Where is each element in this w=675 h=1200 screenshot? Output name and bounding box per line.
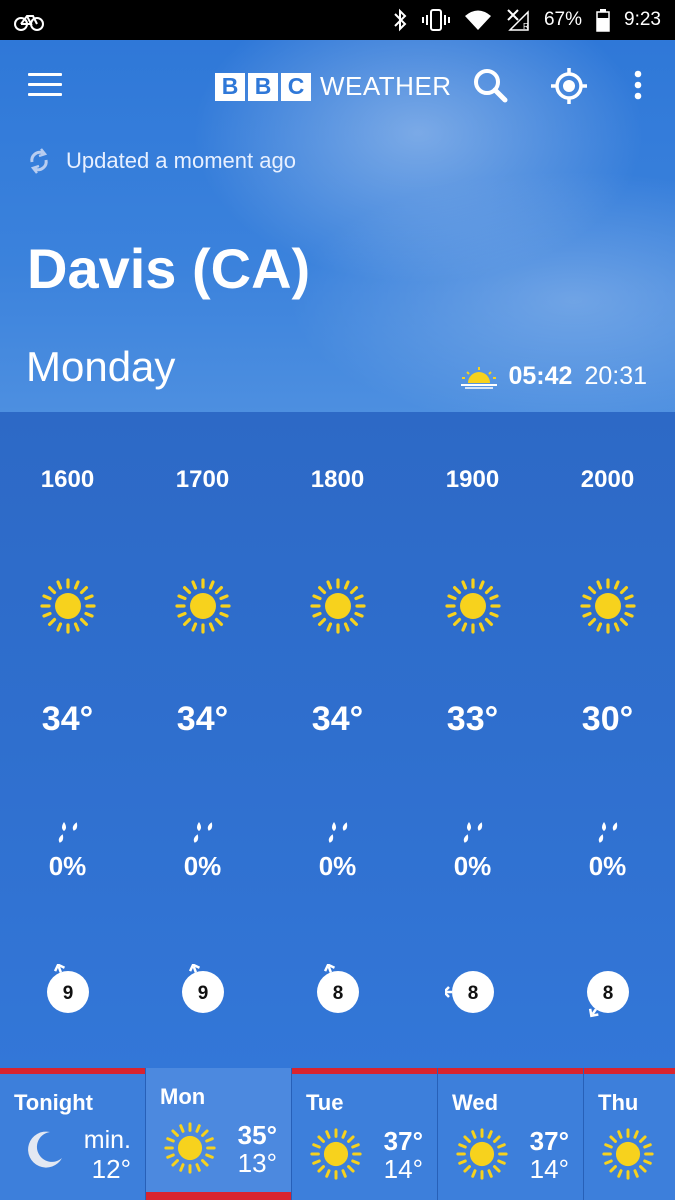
logo-word: WEATHER <box>320 71 452 101</box>
hour-temperature: 34° <box>176 700 229 738</box>
hour-temperature: 34° <box>41 700 94 738</box>
cycling-app-icon <box>14 15 44 31</box>
hour-time: 1900 <box>445 466 500 493</box>
sun-times: 05:42 20:31 <box>460 362 647 391</box>
high-temp: 35° <box>237 1120 277 1150</box>
location-title: Davis (CA) <box>27 237 311 300</box>
sun-icon <box>580 578 636 634</box>
sun-icon <box>310 1128 362 1180</box>
logo-letter: B <box>248 72 278 101</box>
bbc-weather-logo: B B C WEATHER <box>215 71 452 102</box>
wind-direction-icon: 8 <box>587 971 629 1018</box>
location-icon[interactable] <box>549 66 589 106</box>
battery-icon <box>596 9 610 32</box>
raindrops-icon <box>598 822 618 843</box>
high-temp: 37° <box>529 1126 569 1156</box>
svg-text:R: R <box>523 22 529 31</box>
battery-percent: 67% <box>543 9 583 30</box>
selected-day-title: Monday <box>26 343 176 390</box>
raindrops-icon <box>193 822 213 843</box>
sun-icon <box>602 1128 654 1180</box>
day-tab-label: Thu <box>598 1090 639 1115</box>
raindrops-icon <box>58 822 78 843</box>
sun-icon <box>456 1128 508 1180</box>
hour-column: 1600 34° 0% 9 <box>0 412 135 1070</box>
wind-direction-icon: 9 <box>182 964 224 1013</box>
day-tab-label: Mon <box>160 1084 206 1109</box>
day-tab-tonight[interactable]: Tonight min. 12° <box>0 1068 145 1200</box>
hour-column: 1700 34° 0% 9 <box>135 412 270 1070</box>
updated-text: Updated a moment ago <box>66 148 296 173</box>
refresh-icon[interactable] <box>26 148 52 174</box>
sunset-time: 20:31 <box>584 362 647 390</box>
logo-letter: C <box>281 72 311 101</box>
hour-time: 1600 <box>40 466 95 493</box>
wind-speed: 8 <box>333 983 344 1004</box>
sun-icon <box>445 578 501 634</box>
hourly-forecast[interactable]: 1600 34° 0% 9 1700 34° 0% 9 1800 34° 0% 8 1900 33° 0% 8… <box>0 412 675 1070</box>
moon-icon <box>28 1131 62 1168</box>
clock: 9:23 <box>624 9 661 30</box>
day-tab-tue[interactable]: Tue 37° 14° <box>292 1068 437 1200</box>
sunrise-icon <box>461 366 498 389</box>
sun-icon <box>175 578 231 634</box>
search-icon[interactable] <box>470 66 510 106</box>
daily-forecast: Tonight min. 12° Mon 35° 13° Tue 37° 14°… <box>0 1068 675 1200</box>
rain-chance: 0% <box>183 851 222 881</box>
day-tab-label: Tue <box>306 1090 344 1115</box>
rain-chance: 0% <box>48 851 87 881</box>
day-tab-label: Tonight <box>14 1090 93 1115</box>
hour-column: 1800 34° 0% 8 <box>270 412 405 1070</box>
sun-icon <box>40 578 96 634</box>
hour-time: 1700 <box>175 466 230 493</box>
status-bar: R 67% 9:23 <box>0 0 675 40</box>
menu-button[interactable] <box>28 73 62 99</box>
wind-direction-icon: 9 <box>47 964 89 1013</box>
low-temp: 14° <box>529 1154 569 1184</box>
wind-speed: 8 <box>603 983 614 1004</box>
low-temp: 13° <box>237 1148 277 1178</box>
rain-chance: 0% <box>453 851 492 881</box>
hour-temperature: 34° <box>311 700 364 738</box>
hour-column: 2000 30° 0% 8 <box>540 412 675 1070</box>
wind-direction-icon: 8 <box>445 971 494 1013</box>
bluetooth-icon <box>394 8 407 32</box>
wifi-icon <box>464 10 491 30</box>
hour-temperature: 33° <box>446 700 499 738</box>
selected-indicator <box>146 1192 291 1200</box>
high-temp: 37° <box>383 1126 423 1156</box>
more-options-icon[interactable] <box>618 66 658 106</box>
toolbar: B B C WEATHER <box>0 40 675 130</box>
sun-icon <box>164 1122 216 1174</box>
hour-time: 1800 <box>310 466 365 493</box>
rain-chance: 0% <box>318 851 357 881</box>
day-tab-thu[interactable]: Thu <box>584 1068 675 1200</box>
raindrops-icon <box>463 822 483 843</box>
low-temp: 14° <box>383 1154 423 1184</box>
header: B B C WEATHER Updated a moment ago Davis… <box>0 40 675 412</box>
day-tab-label: Wed <box>452 1090 499 1115</box>
hour-time: 2000 <box>580 466 635 493</box>
no-signal-icon: R <box>507 9 529 31</box>
hour-column: 1900 33° 0% 8 <box>405 412 540 1070</box>
wind-direction-icon: 8 <box>317 964 359 1013</box>
update-status: Updated a moment ago <box>26 148 296 174</box>
sun-icon <box>310 578 366 634</box>
wind-speed: 8 <box>468 983 479 1004</box>
wind-speed: 9 <box>198 983 209 1004</box>
sunrise-time: 05:42 <box>508 362 573 390</box>
wind-speed: 9 <box>63 983 74 1004</box>
raindrops-icon <box>328 822 348 843</box>
day-tab-wed[interactable]: Wed 37° 14° <box>438 1068 583 1200</box>
rain-chance: 0% <box>588 851 627 881</box>
low-temp: 12° <box>91 1154 131 1184</box>
min-label: min. <box>83 1126 131 1154</box>
logo-letter: B <box>215 72 245 101</box>
hour-temperature: 30° <box>581 700 634 738</box>
day-tab-mon[interactable]: Mon 35° 13° <box>146 1068 291 1200</box>
vibrate-icon <box>421 9 450 31</box>
